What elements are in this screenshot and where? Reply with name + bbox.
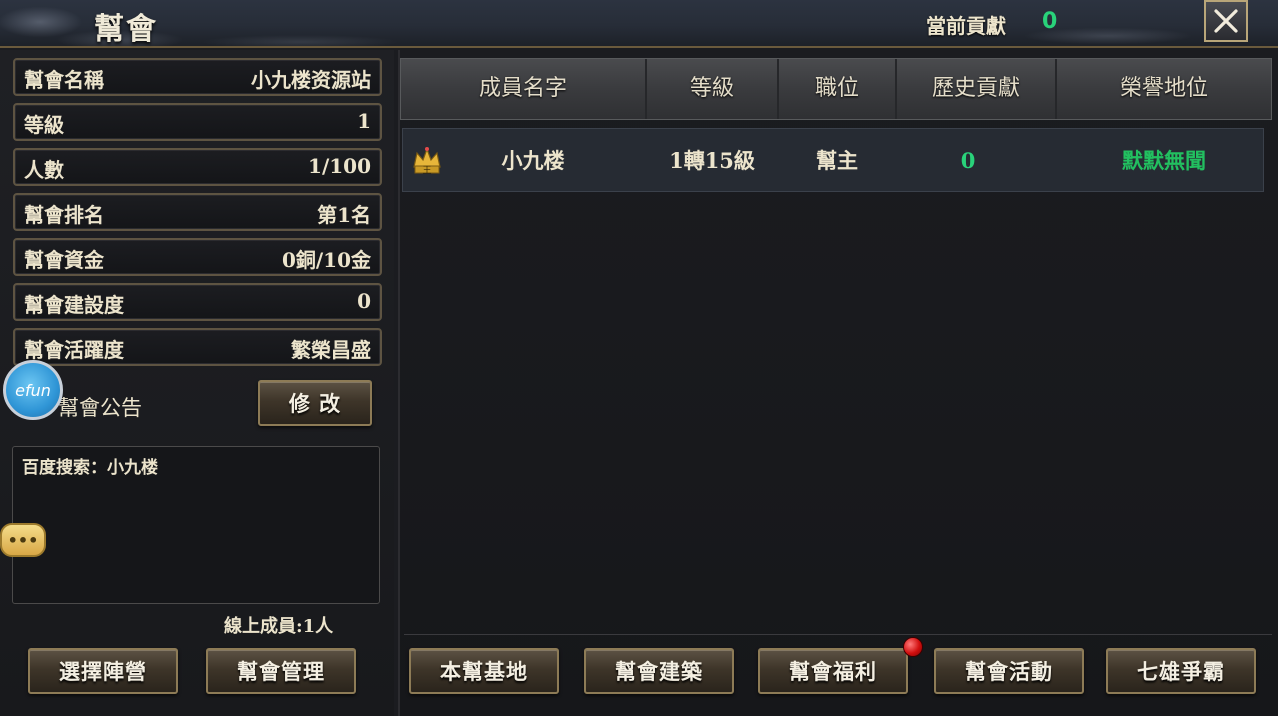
guild-members-label: 人數 <box>24 158 64 182</box>
table-header: 成員名字 等級 職位 歷史貢獻 榮譽地位 <box>400 58 1272 120</box>
member-name: 小九楼 <box>501 148 565 173</box>
header-decoration <box>0 0 520 46</box>
guild-name-label: 幫會名稱 <box>24 68 104 92</box>
guild-construction-label: 幫會建設度 <box>24 293 124 317</box>
close-icon <box>1214 9 1238 33</box>
crown-badge-icon: 王 <box>413 147 441 176</box>
online-members: 線上成員:1人 <box>224 616 334 637</box>
notice-text: 百度搜索：小九楼 <box>22 458 158 478</box>
guild-name-value: 小九楼资源站 <box>251 68 371 92</box>
guild-members-row: 人數 1/100 <box>13 148 382 186</box>
guild-level-row: 等級 1 <box>13 103 382 141</box>
contribution-label: 當前貢獻 <box>926 14 1006 38</box>
guild-rank-value: 第1名 <box>317 203 371 227</box>
guild-base-button[interactable]: 本幫基地 <box>409 648 559 694</box>
guild-activity-row: 幫會活躍度 繁榮昌盛 <box>13 328 382 366</box>
member-honor: 默默無聞 <box>1122 148 1206 173</box>
guild-manage-button[interactable]: 幫會管理 <box>206 648 356 694</box>
guild-activity-button[interactable]: 幫會活動 <box>934 648 1084 694</box>
notification-dot <box>903 637 923 657</box>
guild-name-row: 幫會名稱 小九楼资源站 <box>13 58 382 96</box>
member-list-panel: 成員名字 等級 職位 歷史貢獻 榮譽地位 王 小九楼 1轉15級 幫主 0 默默… <box>398 50 1278 716</box>
header-position: 職位 <box>779 59 897 119</box>
top-bar: 幫會 當前貢獻 0 <box>0 0 1278 48</box>
guild-activity-label: 幫會活躍度 <box>24 338 124 362</box>
member-level: 1轉15級 <box>669 148 755 173</box>
guild-rank-row: 幫會排名 第1名 <box>13 193 382 231</box>
badge-text: 王 <box>422 165 431 176</box>
guild-welfare-button[interactable]: 幫會福利 <box>758 648 908 694</box>
header-member-name: 成員名字 <box>401 59 647 119</box>
page-title: 幫會 <box>94 12 158 47</box>
header-level: 等級 <box>647 59 779 119</box>
select-camp-button[interactable]: 選擇陣營 <box>28 648 178 694</box>
edit-notice-button[interactable]: 修 改 <box>258 380 372 426</box>
table-row[interactable]: 王 小九楼 1轉15級 幫主 0 默默無聞 <box>402 128 1264 192</box>
guild-level-label: 等級 <box>24 113 64 137</box>
seven-heroes-button[interactable]: 七雄爭霸 <box>1106 648 1256 694</box>
guild-activity-value: 繁榮昌盛 <box>291 338 371 362</box>
header-honor: 榮譽地位 <box>1119 76 1208 101</box>
close-button[interactable] <box>1204 0 1248 42</box>
guild-members-value: 1/100 <box>308 154 371 178</box>
guild-rank-label: 幫會排名 <box>24 203 104 227</box>
member-position: 幫主 <box>816 148 858 173</box>
member-contribution: 0 <box>960 148 976 173</box>
guild-funds-label: 幫會資金 <box>24 248 104 272</box>
notice-label: 幫會公告 <box>58 396 142 420</box>
notice-box: 百度搜索：小九楼 <box>12 446 380 604</box>
guild-construction-value: 0 <box>357 289 371 313</box>
divider <box>404 634 1272 635</box>
chat-bubble-button[interactable]: ••• <box>0 523 46 557</box>
guild-building-button[interactable]: 幫會建築 <box>584 648 734 694</box>
guild-construction-row: 幫會建設度 0 <box>13 283 382 321</box>
guild-funds-row: 幫會資金 0銅/10金 <box>13 238 382 276</box>
contribution-value: 0 <box>1042 9 1058 34</box>
guild-level-value: 1 <box>357 109 371 133</box>
guild-funds-value: 0銅/10金 <box>281 248 371 272</box>
header-history-contribution: 歷史貢獻 <box>897 59 1057 119</box>
efun-logo-button[interactable]: efun <box>3 360 63 420</box>
